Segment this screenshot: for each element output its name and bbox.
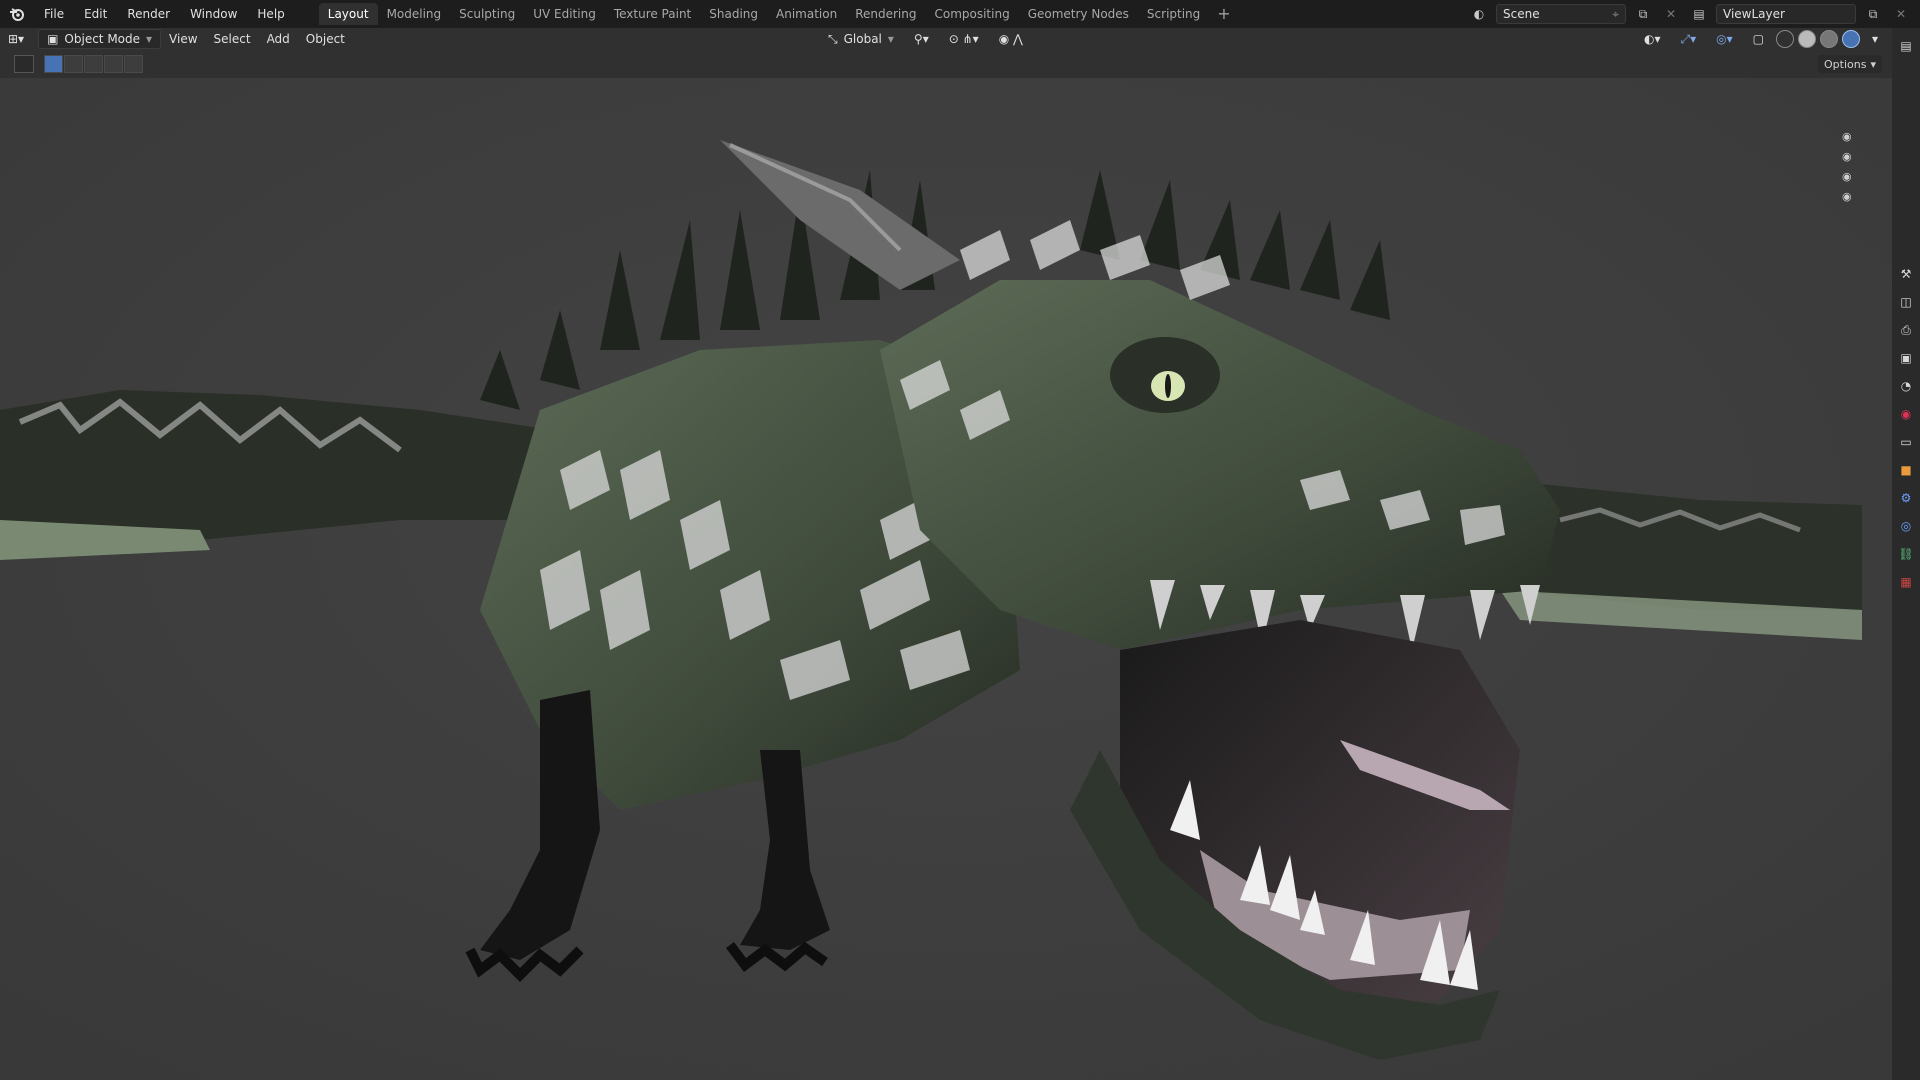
tab-uv-editing[interactable]: UV Editing — [524, 3, 605, 25]
world-properties-icon[interactable]: ◉ — [1896, 404, 1916, 424]
options-label: Options — [1824, 57, 1867, 71]
selection-intersect-icon[interactable] — [124, 55, 143, 73]
transform-tools: ⤡ Global ▾ ⚲▾ ⊙ ⋔▾ ◉ ⋀ — [820, 29, 1031, 49]
wireframe-shading-icon[interactable] — [1775, 30, 1794, 48]
object-properties-icon[interactable]: ■ — [1896, 460, 1916, 480]
menu-help[interactable]: Help — [247, 0, 294, 28]
tab-rendering[interactable]: Rendering — [846, 3, 925, 25]
view-layer-name: ViewLayer — [1723, 7, 1785, 21]
view-layer-icon[interactable]: ▤ — [1688, 4, 1710, 24]
texture-properties-icon[interactable]: ▦ — [1896, 572, 1916, 592]
constraint-properties-icon[interactable]: ⛓ — [1896, 544, 1916, 564]
selection-subtract-icon[interactable] — [84, 55, 103, 73]
viewport-navigation: ◉ ◉ ◉ ◉ — [1842, 130, 1858, 204]
scene-name: Scene — [1503, 7, 1540, 21]
tool-properties-icon[interactable]: ⚒ — [1896, 264, 1916, 284]
top-right-controls: ◐ Scene ⌖ ⧉ ✕ ▤ ViewLayer ⧉ ✕ — [1468, 0, 1920, 28]
selection-new-icon[interactable] — [44, 55, 63, 73]
options-button[interactable]: Options ▾ — [1818, 55, 1882, 73]
menu-window[interactable]: Window — [180, 0, 247, 28]
solid-shading-icon[interactable] — [1797, 30, 1816, 48]
view-layer-properties-icon[interactable]: ▣ — [1896, 348, 1916, 368]
menu-file[interactable]: File — [34, 0, 74, 28]
collection-properties-icon[interactable]: ▭ — [1896, 432, 1916, 452]
new-view-layer-icon[interactable]: ⧉ — [1862, 4, 1884, 24]
menu-render[interactable]: Render — [117, 0, 180, 28]
selection-extend-icon[interactable] — [64, 55, 83, 73]
visibility-icon[interactable]: ◐▾ — [1636, 29, 1669, 49]
xray-icon[interactable]: ▢ — [1745, 29, 1772, 49]
close-scene-icon[interactable]: ✕ — [1660, 4, 1682, 24]
close-view-layer-icon[interactable]: ✕ — [1890, 4, 1912, 24]
tab-modeling[interactable]: Modeling — [378, 3, 451, 25]
physics-properties-icon[interactable]: ◎ — [1896, 516, 1916, 536]
camera-icon[interactable]: ◉ — [1842, 170, 1858, 184]
transform-orientation-select[interactable]: ⤡ Global ▾ — [820, 29, 902, 49]
output-properties-icon[interactable]: ⎙ — [1896, 320, 1916, 340]
modifier-properties-icon[interactable]: ⚙ — [1896, 488, 1916, 508]
new-scene-icon[interactable]: ⧉ — [1632, 4, 1654, 24]
pivot-icon[interactable]: ⚲▾ — [906, 29, 937, 49]
pin-icon[interactable]: ⌖ — [1612, 7, 1619, 22]
add-menu[interactable]: Add — [259, 29, 298, 49]
scene-icon[interactable]: ◐ — [1468, 4, 1490, 24]
transform-orientation-label: Global — [843, 32, 882, 46]
main-menu: File Edit Render Window Help — [34, 0, 295, 28]
tab-geometry-nodes[interactable]: Geometry Nodes — [1019, 3, 1138, 25]
tab-animation[interactable]: Animation — [767, 3, 846, 25]
proportional-edit-icon[interactable]: ◉ ⋀ — [991, 29, 1031, 49]
chevron-down-icon: ▾ — [146, 32, 153, 46]
selection-modes — [44, 55, 143, 73]
tab-shading[interactable]: Shading — [700, 3, 767, 25]
properties-tabs: ▤ ⚒ ◫ ⎙ ▣ ◔ ◉ ▭ ■ ⚙ ◎ ⛓ ▦ — [1892, 28, 1920, 1080]
object-mode-label: Object Mode — [64, 32, 141, 46]
chevron-down-icon: ▾ — [1870, 57, 1876, 71]
view-layer-selector[interactable]: ViewLayer — [1716, 4, 1856, 24]
properties-icon[interactable]: ▤ — [1896, 36, 1916, 56]
select-menu[interactable]: Select — [206, 29, 259, 49]
viewport-display-tools: ◐▾ ⤢▾ ◎▾ ▢ ▾ — [1636, 29, 1886, 49]
gizmo-icon[interactable]: ⤢▾ — [1673, 29, 1705, 49]
object-menu[interactable]: Object — [298, 29, 353, 49]
menu-edit[interactable]: Edit — [74, 0, 117, 28]
view-menu[interactable]: View — [161, 29, 205, 49]
camera-view-icon[interactable]: ◉ — [1842, 130, 1858, 144]
editor-type-icon[interactable]: ⊞▾ — [0, 29, 32, 49]
camera-icon[interactable]: ◉ — [1842, 190, 1858, 204]
scene-properties-icon[interactable]: ◔ — [1896, 376, 1916, 396]
tool-settings: Options ▾ — [0, 50, 1892, 78]
snap-icon[interactable]: ⊙ ⋔▾ — [941, 29, 987, 49]
shading-options-icon[interactable]: ▾ — [1864, 29, 1886, 49]
select-box-tool-icon[interactable] — [14, 55, 34, 73]
tab-layout[interactable]: Layout — [318, 3, 378, 25]
object-mode-icon: ▣ — [47, 32, 59, 46]
render-properties-icon[interactable]: ◫ — [1896, 292, 1916, 312]
3d-viewport[interactable]: ◉ ◉ ◉ ◉ — [0, 50, 1892, 1080]
transform-orientation-icon: ⤡ — [828, 31, 838, 46]
add-workspace-button[interactable]: + — [1209, 3, 1238, 25]
top-bar: File Edit Render Window Help Layout Mode… — [0, 0, 1920, 28]
tab-texture-paint[interactable]: Texture Paint — [605, 3, 700, 25]
scene-selector[interactable]: Scene ⌖ — [1496, 4, 1626, 24]
tab-sculpting[interactable]: Sculpting — [450, 3, 524, 25]
selection-invert-icon[interactable] — [104, 55, 123, 73]
dragon-render — [0, 50, 1892, 1080]
viewport-header: ⊞▾ ▣ Object Mode ▾ View Select Add Objec… — [0, 28, 1892, 50]
object-mode-select[interactable]: ▣ Object Mode ▾ — [38, 29, 162, 49]
camera-icon[interactable]: ◉ — [1842, 150, 1858, 164]
tab-scripting[interactable]: Scripting — [1138, 3, 1209, 25]
rendered-shading-icon[interactable] — [1841, 30, 1860, 48]
material-shading-icon[interactable] — [1819, 30, 1838, 48]
overlay-icon[interactable]: ◎▾ — [1708, 29, 1741, 49]
workspace-tabs: Layout Modeling Sculpting UV Editing Tex… — [318, 0, 1239, 28]
tab-compositing[interactable]: Compositing — [925, 3, 1018, 25]
chevron-down-icon: ▾ — [887, 32, 894, 46]
blender-logo-icon[interactable] — [0, 0, 34, 28]
